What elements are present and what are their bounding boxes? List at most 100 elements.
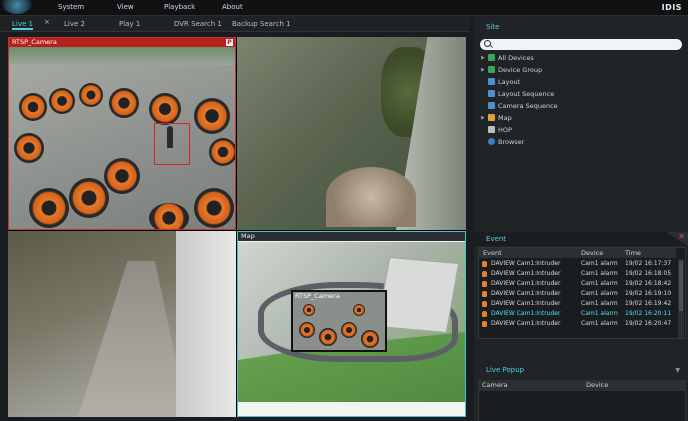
cable-spool (104, 158, 140, 194)
event-time: 19/02 16:20:11 (625, 310, 672, 317)
cable-spool (209, 138, 235, 166)
cable-spool (353, 304, 365, 316)
app-logo-icon[interactable] (2, 0, 32, 14)
menu-view[interactable]: View (117, 3, 134, 11)
table-row[interactable]: DAVIEW Cam1:Intruder Cam1 alarm 19/02 16… (479, 279, 676, 289)
event-name: DAVIEW Cam1:Intruder (491, 270, 561, 277)
tree-item-device-group[interactable]: ▶ Device Group (481, 65, 542, 76)
map-camera-popup-title: RTSP_Camera (295, 292, 340, 300)
video-cell-camera-2[interactable] (237, 37, 466, 230)
event-time: 19/02 16:17:37 (625, 260, 672, 267)
close-icon[interactable]: ✕ (678, 232, 685, 241)
event-time: 19/02 16:18:42 (625, 280, 672, 287)
event-table: Event Device Time DAVIEW Cam1:Intruder C… (478, 247, 686, 339)
cable-spool (149, 93, 181, 125)
cable-spool (149, 203, 189, 229)
cable-spool (19, 93, 47, 121)
event-name: DAVIEW Cam1:Intruder (491, 300, 561, 307)
video-cell-rtsp-camera[interactable]: RTSP_Camera P (8, 37, 236, 230)
cable-spool (194, 188, 234, 228)
tree-item-all-devices[interactable]: ▶ All Devices (481, 53, 534, 64)
video-cell-map[interactable]: Map RTSP_Camera (237, 231, 466, 417)
column-header-camera[interactable]: Camera (482, 381, 508, 389)
tree-item-layout-sequence[interactable]: Layout Sequence (488, 89, 554, 100)
event-device: Cam1 alarm (581, 300, 618, 307)
table-row[interactable]: DAVIEW Cam1:Intruder Cam1 alarm 19/02 16… (479, 299, 676, 309)
expand-arrow-icon[interactable]: ▶ (481, 53, 485, 64)
camera-feed-building (176, 231, 236, 417)
tab-play-1[interactable]: Play 1 (119, 18, 140, 30)
video-cell-camera-3[interactable] (8, 231, 236, 417)
cable-spool (341, 322, 357, 338)
table-row[interactable]: DAVIEW Cam1:Intruder Cam1 alarm 19/02 16… (479, 319, 676, 329)
map-camera-popup[interactable]: RTSP_Camera (291, 290, 387, 352)
tree-item-camera-sequence[interactable]: Camera Sequence (488, 101, 558, 112)
layout-icon (488, 78, 495, 85)
device-icon (488, 54, 495, 61)
tree-item-label: Layout Sequence (498, 90, 555, 98)
intruder-person-icon (482, 261, 487, 267)
site-search-input[interactable] (480, 39, 682, 50)
expand-arrow-icon[interactable]: ▶ (481, 65, 485, 76)
tab-bar: Live 1 × Live 2 Play 1 DVR Search 1 Back… (0, 16, 470, 32)
tree-item-map[interactable]: ▶ Map (481, 113, 512, 124)
brand-logo: IDIS (661, 3, 682, 12)
event-device: Cam1 alarm (581, 260, 618, 267)
tree-item-label: All Devices (498, 54, 534, 62)
map-title: Map (238, 232, 465, 241)
event-time: 19/02 16:19:42 (625, 300, 672, 307)
tab-backup-search-1[interactable]: Backup Search 1 (232, 18, 291, 30)
tree-item-label: Layout (498, 78, 521, 86)
tree-item-browser[interactable]: Browser (488, 137, 524, 148)
tab-dvr-search-1[interactable]: DVR Search 1 (174, 18, 222, 30)
event-panel-title: Event (474, 232, 688, 246)
table-row[interactable]: DAVIEW Cam1:Intruder Cam1 alarm 19/02 16… (479, 259, 676, 269)
tree-item-label: Browser (498, 138, 525, 146)
table-row[interactable]: DAVIEW Cam1:Intruder Cam1 alarm 19/02 16… (479, 269, 676, 279)
tab-live-2[interactable]: Live 2 (64, 18, 85, 30)
table-row[interactable]: DAVIEW Cam1:Intruder Cam1 alarm 19/02 16… (479, 289, 676, 299)
event-name: DAVIEW Cam1:Intruder (491, 310, 561, 317)
device-group-icon (488, 66, 495, 73)
column-header-time[interactable]: Time (623, 248, 676, 258)
cable-spool (109, 88, 139, 118)
expand-arrow-icon[interactable]: ▶ (481, 113, 485, 124)
camera-sequence-icon (488, 102, 495, 109)
tree-item-hop[interactable]: HOP (488, 125, 512, 136)
event-device: Cam1 alarm (581, 280, 618, 287)
tab-close-icon[interactable]: × (44, 18, 50, 26)
tree-item-layout[interactable]: Layout (488, 77, 520, 88)
column-header-event[interactable]: Event (479, 248, 579, 258)
video-grid: RTSP_Camera P Map RTSP_Camera (8, 37, 466, 417)
cable-spool (69, 178, 109, 218)
search-icon (484, 40, 491, 47)
menu-playback[interactable]: Playback (164, 3, 195, 11)
cable-spool (29, 188, 69, 228)
event-name: DAVIEW Cam1:Intruder (491, 320, 561, 327)
cable-spool (194, 98, 230, 134)
chevron-down-icon[interactable]: ▼ (675, 367, 680, 374)
tab-live-1[interactable]: Live 1 (12, 18, 33, 30)
event-scrollbar[interactable] (678, 259, 684, 338)
intruder-person-icon (482, 281, 487, 287)
ptz-badge[interactable]: P (226, 39, 233, 46)
live-popup-table-header: Camera Device (478, 380, 686, 391)
column-header-device[interactable]: Device (579, 248, 623, 258)
camera-feed-fence (9, 47, 235, 65)
intruder-person-icon (482, 311, 487, 317)
table-row-selected[interactable]: DAVIEW Cam1:Intruder Cam1 alarm 19/02 16… (479, 309, 676, 319)
live-popup-list (478, 391, 686, 421)
intruder-person-icon (482, 271, 487, 277)
event-time: 19/02 16:19:10 (625, 290, 672, 297)
scrollbar-thumb[interactable] (679, 261, 683, 311)
menu-system[interactable]: System (58, 3, 84, 11)
map-icon (488, 114, 495, 121)
cable-spool (361, 330, 379, 348)
tree-item-label: Map (498, 114, 512, 122)
cable-spool (49, 88, 75, 114)
tree-item-label: HOP (498, 126, 512, 134)
event-device: Cam1 alarm (581, 290, 618, 297)
live-popup-panel-title: Live Popup (486, 366, 525, 374)
menu-about[interactable]: About (222, 3, 243, 11)
column-header-device[interactable]: Device (586, 381, 608, 389)
